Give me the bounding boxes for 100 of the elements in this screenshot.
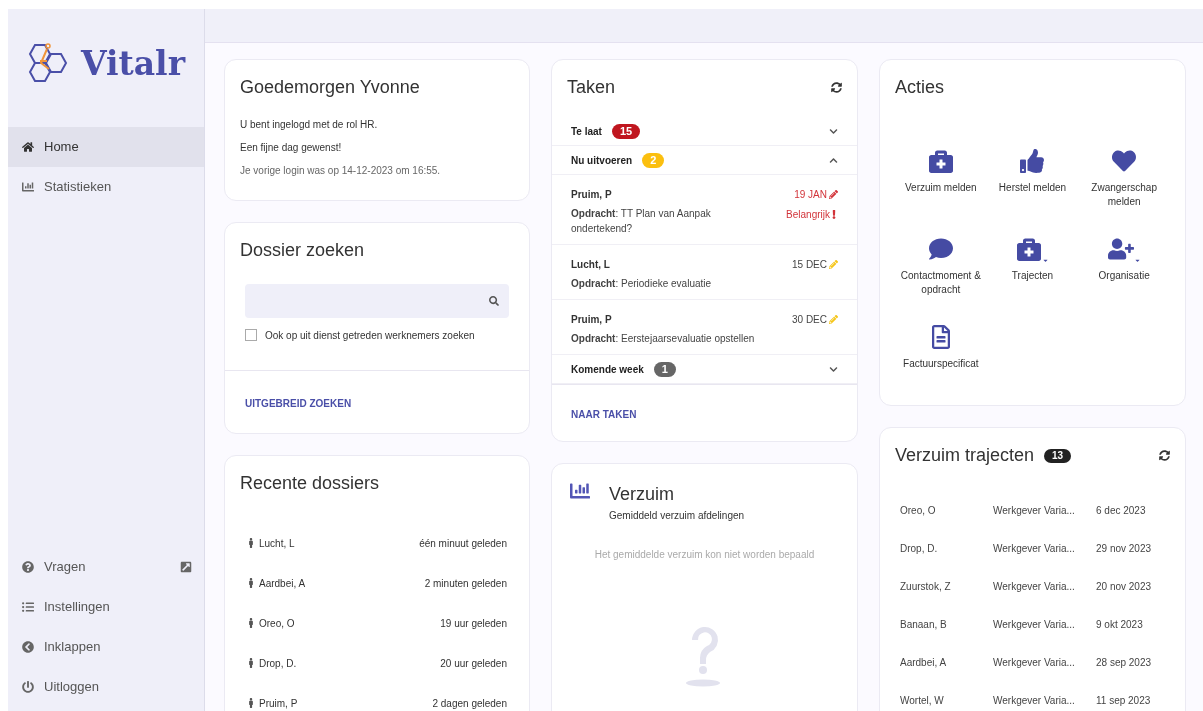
tasks-link[interactable]: NAAR TAKEN [571,409,637,420]
medical-bag-icon [1016,237,1042,261]
speech-bubble-icon [927,237,954,261]
refresh-icon[interactable] [831,82,842,93]
chart-icon [22,180,34,193]
action-button[interactable]: Herstel melden [986,147,1079,219]
pencil-icon[interactable] [829,190,838,199]
dossier-time: 2 dagen geleden [432,696,507,711]
list-icon [22,601,34,613]
task-person: Pruim, P [571,313,613,327]
traject-date: 29 nov 2023 [1096,541,1152,556]
person-icon [247,538,255,548]
traject-employer: Werkgever Varia... [993,579,1076,594]
traject-name[interactable]: Zuurstok, Z [900,578,993,594]
traject-name[interactable]: Aardbei, A [900,654,993,670]
thumbs-up-icon [1019,149,1046,173]
traject-date: 11 sep 2023 [1096,693,1151,708]
chevron-icon [829,155,838,165]
card-title: Taken [567,76,616,99]
action-button[interactable]: Trajecten [986,235,1079,307]
dossier-time: 19 uur geleden [440,616,507,631]
bar-chart-icon [567,481,593,501]
dossier-time: 20 uur geleden [440,656,507,671]
user-plus-icon [1107,237,1134,261]
group-label: Komende week [571,362,644,377]
checkbox-label: Ook op uit dienst getreden werknemers zoeken [265,329,475,343]
chevron-icon [829,126,838,136]
action-button[interactable]: Zwangerschap melden [1078,147,1170,219]
medical-bag-icon [927,149,954,173]
card-title: Verzuim trajecten [895,444,1035,467]
refresh-icon[interactable] [1159,450,1170,461]
nav-item[interactable]: Inklappen [8,627,204,667]
nav-item[interactable]: Instellingen [8,587,204,627]
task-date: 19 JAN [794,188,827,202]
dossier-name[interactable]: Oreo, O [259,615,441,631]
dossier-name[interactable]: Lucht, L [259,535,420,551]
task-item[interactable]: Pruim, P Opdracht: Eerstejaarsevaluatie opstellen 30 DEC [552,300,857,355]
task-description: Opdracht: Eerstejaarsevaluatie opstellen [571,332,756,346]
home-icon [22,140,34,153]
heart-icon [1111,149,1138,173]
question-icon [22,561,34,573]
task-description: Opdracht: Periodieke evaluatie [571,277,713,291]
task-date: 30 DEC [792,313,827,327]
card-title: Dossier zoeken [240,239,366,262]
traject-date: 6 dec 2023 [1096,503,1146,518]
welcome-text: U bent ingelogd met de rol HR. [240,118,379,132]
action-button[interactable]: Verzuim melden [895,147,987,219]
traject-employer: Werkgever Varia... [993,693,1076,708]
card-title: Acties [895,76,946,99]
logo-text: Vitalr [80,43,186,85]
nav-item[interactable]: Statistieken [8,166,204,207]
traject-name[interactable]: Oreo, O [900,502,993,518]
task-group-header[interactable]: Te laat 15 [552,117,857,146]
search-field[interactable] [245,284,509,318]
task-item[interactable]: Pruim, P Opdracht: TT Plan van Aanpak ondertekend? 19 JAN Belangrijk [552,175,857,245]
traject-employer: Werkgever Varia... [993,503,1076,518]
card-title: Verzuim [609,483,676,506]
traject-name[interactable]: Wortel, W [900,692,993,708]
dossier-name[interactable]: Drop, D. [259,655,441,671]
count-badge: 13 [1044,448,1072,463]
dossier-name[interactable]: Aardbei, A [259,575,425,591]
card-title: Goedemorgen Yvonne [240,76,421,99]
count-badge: 15 [611,123,641,139]
dossier-time: 2 minuten geleden [424,576,507,591]
nav-item[interactable]: Uitloggen [8,667,204,707]
group-label: Nu uitvoeren [571,153,633,168]
task-group-header[interactable]: Komende week 1 [552,355,857,384]
person-icon [247,658,255,668]
action-button[interactable]: Contactmoment & opdracht [895,235,987,307]
external-link-icon [180,561,192,573]
task-item[interactable]: Lucht, L Opdracht: Periodieke evaluatie 15 DEC [552,245,857,300]
task-date: 15 DEC [792,258,827,272]
checkbox[interactable] [245,329,257,341]
traject-name[interactable]: Banaan, B [900,616,993,632]
nav-item[interactable]: Home [8,126,204,167]
empty-message: Het gemiddelde verzuim kon niet worden bepaald [594,548,815,562]
person-icon [247,698,255,708]
traject-date: 20 nov 2023 [1096,579,1152,594]
traject-employer: Werkgever Varia... [993,617,1076,632]
power-icon [22,681,34,693]
nav-item[interactable]: Vragen [8,547,204,587]
welcome-text: Een fijne dag gewenst! [240,141,343,155]
traject-employer: Werkgever Varia... [993,655,1076,670]
action-button[interactable]: Organisatie [1078,235,1170,307]
card-title: Recente dossiers [240,472,381,495]
person-icon [247,618,255,628]
action-button[interactable]: Factuurspecificat [895,323,987,395]
priority-label: Belangrijk [786,208,830,222]
chevron-icon [829,364,838,374]
dossier-name[interactable]: Pruim, P [259,695,433,711]
advanced-search-link[interactable]: UITGEBREID ZOEKEN [245,398,352,409]
exclamation-icon [830,210,838,219]
task-person: Lucht, L [571,258,611,272]
search-icon [489,296,499,306]
card-subtitle: Gemiddeld verzuim afdelingen [609,509,745,523]
count-badge: 2 [642,152,665,168]
group-label: Te laat [571,124,602,139]
count-badge: 1 [653,361,676,377]
task-group-header[interactable]: Nu uitvoeren 2 [552,146,857,175]
traject-name[interactable]: Drop, D. [900,540,993,556]
